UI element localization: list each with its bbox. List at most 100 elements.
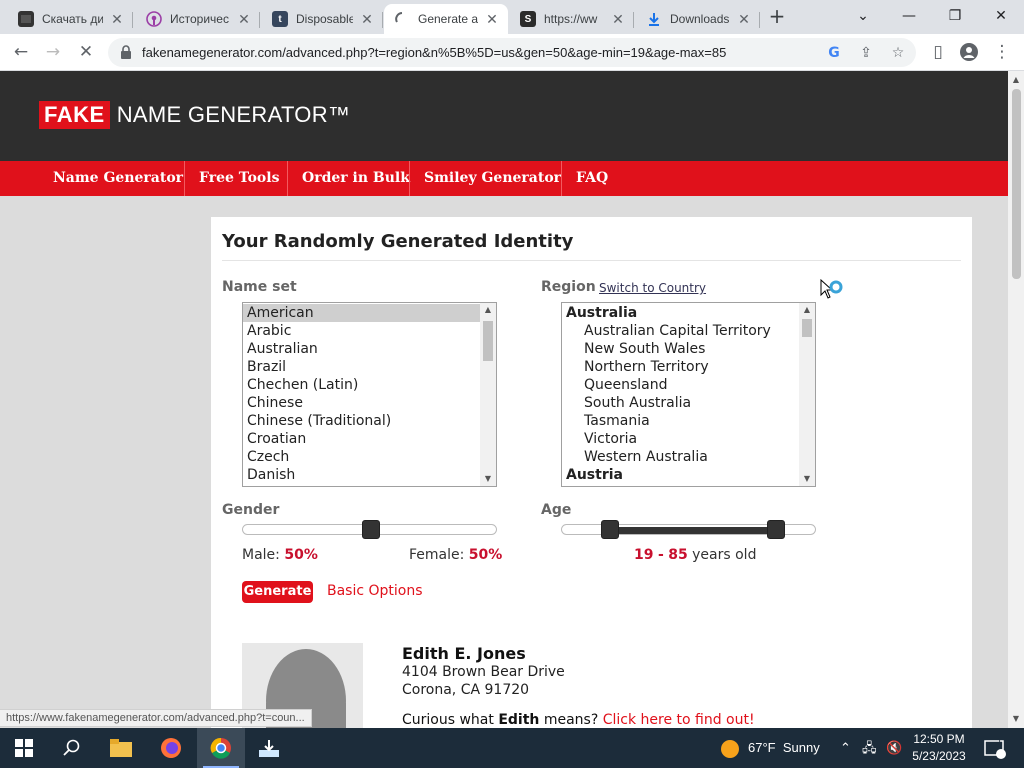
notification-center-icon[interactable]: 1 [984,728,1006,768]
region-option[interactable]: Australian Capital Territory [562,322,815,340]
scroll-up-icon[interactable]: ▲ [1008,73,1024,87]
age-min-handle[interactable] [601,520,619,539]
scroll-up-icon[interactable]: ▲ [480,303,496,317]
name-set-option[interactable]: Croatian [243,430,496,448]
stop-loading-icon[interactable]: ✕ [74,40,98,64]
url-text[interactable]: fakenamegenerator.com/advanced.php?t=reg… [142,38,726,67]
forward-icon[interactable]: → [41,40,65,64]
name-set-option[interactable]: Arabic [243,322,496,340]
name-meaning-link[interactable]: Click here to find out! [603,712,755,728]
share-icon[interactable]: ⇪ [856,43,876,63]
tab-4[interactable]: S https://ww ✕ [510,4,634,34]
age-max-handle[interactable] [767,520,785,539]
name-set-option[interactable]: Chechen (Latin) [243,376,496,394]
age-slider[interactable] [561,520,816,539]
menu-kebab-icon[interactable]: ⋮ [990,40,1014,64]
downloads-app-icon[interactable] [245,728,293,768]
nav-order-in-bulk[interactable]: Order in Bulk [287,161,424,196]
generate-button[interactable]: Generate [242,581,313,603]
name-set-scrollbar[interactable]: ▲ ▼ [480,303,496,486]
tumblr-icon: t [272,11,288,27]
region-option[interactable]: South Australia [562,394,815,412]
scroll-down-icon[interactable]: ▼ [1008,712,1024,726]
name-set-option[interactable]: Brazil [243,358,496,376]
age-max-value: 85 [668,547,688,563]
scroll-down-icon[interactable]: ▼ [480,472,496,486]
gender-slider-handle[interactable] [361,520,380,539]
tab-3-active[interactable]: Generate a ✕ [384,4,508,34]
tab-0[interactable]: Скачать ди ✕ [8,4,133,34]
age-label: Age [541,502,572,518]
close-icon[interactable]: ✕ [236,11,252,28]
switch-to-country-link[interactable]: Switch to Country [599,281,706,295]
browser-toolbar: ← → ✕ fakenamegenerator.com/advanced.php… [0,34,1024,71]
region-listbox[interactable]: Australia Australian Capital Territory New… [561,302,816,487]
close-icon[interactable]: ✕ [109,11,125,28]
site-header: FAKE NAME GENERATOR™ [0,71,1008,161]
site-logo[interactable]: FAKE NAME GENERATOR™ [39,101,350,129]
network-icon[interactable]: 🖧 [862,728,877,768]
name-set-option[interactable]: Chinese [243,394,496,412]
close-icon[interactable]: ✕ [736,11,752,28]
close-icon[interactable]: ✕ [484,11,500,28]
nav-smiley-generator[interactable]: Smiley Generator [409,161,575,196]
back-icon[interactable]: ← [9,40,33,64]
region-option[interactable]: Victoria [562,430,815,448]
chevron-up-icon[interactable]: ⌃ [840,728,851,768]
scroll-up-icon[interactable]: ▲ [799,303,815,317]
page-scrollbar[interactable]: ▲ ▼ [1008,71,1024,728]
region-option[interactable]: Northern Territory [562,358,815,376]
female-label: Female: [409,547,465,563]
scroll-thumb[interactable] [483,321,493,361]
region-option[interactable]: Queensland [562,376,815,394]
region-group[interactable]: Austria [562,466,815,484]
male-stat: Male: 50% [242,547,318,563]
name-set-option[interactable]: American [243,304,496,322]
bookmark-star-icon[interactable]: ☆ [888,43,908,63]
region-scrollbar[interactable]: ▲ ▼ [799,303,815,486]
name-set-option[interactable]: Czech [243,448,496,466]
basic-options-link[interactable]: Basic Options [327,583,423,599]
name-set-option[interactable]: Chinese (Traditional) [243,412,496,430]
minimize-button[interactable]: — [886,4,932,30]
windows-start-icon[interactable] [0,728,48,768]
region-option[interactable]: Tasmania [562,412,815,430]
scroll-down-icon[interactable]: ▼ [799,472,815,486]
nav-faq[interactable]: FAQ [561,161,622,196]
nav-name-generator[interactable]: Name Generator [39,161,197,196]
scroll-thumb[interactable] [802,319,812,337]
side-panel-icon[interactable]: ▯ [926,40,950,64]
close-icon[interactable]: ✕ [610,11,626,28]
name-set-option[interactable]: Danish [243,466,496,484]
identity-panel: Your Randomly Generated Identity Name se… [211,217,972,728]
tab-2[interactable]: t Disposable ✕ [262,4,383,34]
page-scroll-thumb[interactable] [1012,89,1021,279]
name-set-listbox[interactable]: American Arabic Australian Brazil Chechen (L… [242,302,497,487]
gender-slider[interactable] [242,520,497,539]
curious-mid: means? [543,712,599,728]
close-icon[interactable]: ✕ [359,11,375,28]
profile-avatar-icon[interactable] [957,40,981,64]
region-option[interactable]: New South Wales [562,340,815,358]
system-clock[interactable]: 12:50 PM 5/23/2023 [906,731,972,765]
tab-1[interactable]: Историчес ✕ [136,4,260,34]
volume-muted-icon[interactable]: 🔇 [886,728,902,768]
address-bar[interactable]: fakenamegenerator.com/advanced.php?t=reg… [108,38,916,67]
tab-5[interactable]: Downloads ✕ [636,4,760,34]
close-window-button[interactable]: ✕ [978,4,1024,30]
weather-widget[interactable]: 67°F Sunny [720,728,820,768]
firefox-icon[interactable] [147,728,195,768]
nav-free-tools[interactable]: Free Tools [184,161,293,196]
site-nav: Name Generator Free Tools Order in Bulk … [0,161,1008,196]
tab-search-icon[interactable]: ⌄ [840,4,886,30]
google-translate-icon[interactable]: G [824,43,844,63]
search-icon[interactable] [48,728,96,768]
region-option[interactable]: Western Australia [562,448,815,466]
chrome-icon[interactable] [197,728,245,768]
region-group[interactable]: Australia [562,304,815,322]
file-explorer-icon[interactable] [97,728,145,768]
name-set-option[interactable]: Australian [243,340,496,358]
age-separator: - [657,547,664,563]
new-tab-button[interactable]: + [767,6,787,27]
restore-button[interactable]: ❐ [932,4,978,30]
